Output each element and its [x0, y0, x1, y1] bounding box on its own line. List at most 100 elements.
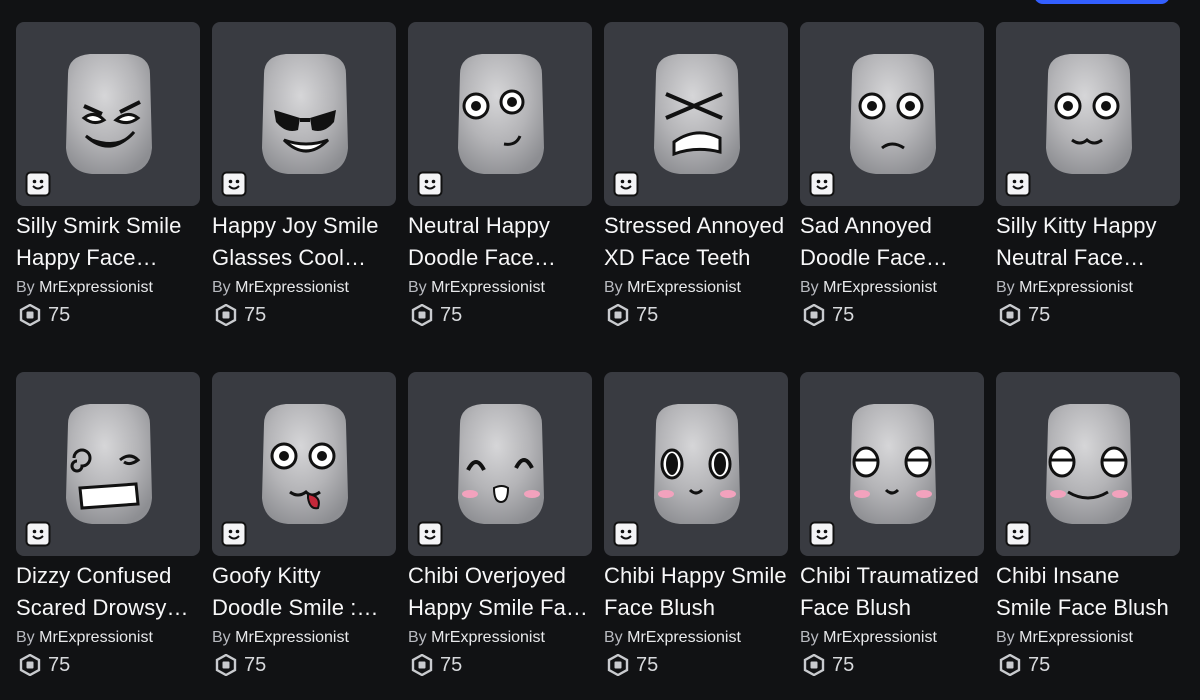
item-thumbnail[interactable]: [16, 22, 200, 206]
item-creator: By MrExpressionist: [996, 277, 1180, 299]
catalog-item-card[interactable]: Chibi Overjoyed Happy Smile Face Blush B…: [408, 372, 592, 700]
creator-prefix: By: [604, 629, 623, 646]
item-thumbnail[interactable]: [16, 372, 200, 556]
robux-icon: [803, 653, 825, 677]
item-name[interactable]: Happy Joy Smile Glasses Cool Face: [212, 210, 396, 274]
creator-link[interactable]: MrExpressionist: [235, 629, 349, 646]
price-value: 75: [1028, 654, 1051, 676]
item-price: 75: [604, 303, 788, 327]
price-value: 75: [48, 654, 71, 676]
robux-icon: [803, 303, 825, 327]
item-name[interactable]: Goofy Kitty Doodle Smile : Tongue Out: [212, 560, 396, 624]
item-creator: By MrExpressionist: [16, 277, 200, 299]
item-thumbnail[interactable]: [212, 372, 396, 556]
item-price: 75: [16, 303, 200, 327]
creator-link[interactable]: MrExpressionist: [235, 279, 349, 296]
item-creator: By MrExpressionist: [996, 627, 1180, 649]
item-price: 75: [408, 303, 592, 327]
price-value: 75: [636, 654, 659, 676]
item-thumbnail[interactable]: [996, 22, 1180, 206]
creator-link[interactable]: MrExpressionist: [1019, 279, 1133, 296]
catalog-item-card[interactable]: Goofy Kitty Doodle Smile : Tongue Out By…: [212, 372, 396, 700]
item-price: 75: [996, 303, 1180, 327]
catalog-item-card[interactable]: Chibi Traumatized Face Blush By MrExpres…: [800, 372, 984, 700]
catalog-item-card[interactable]: Stressed Annoyed XD Face Teeth By MrExpr…: [604, 22, 788, 350]
catalog-item-card[interactable]: Happy Joy Smile Glasses Cool Face By MrE…: [212, 22, 396, 350]
item-price: 75: [408, 653, 592, 677]
item-thumbnail[interactable]: [408, 372, 592, 556]
item-thumbnail[interactable]: [604, 22, 788, 206]
creator-prefix: By: [212, 629, 231, 646]
robux-icon: [215, 653, 237, 677]
catalog-item-card[interactable]: Silly Smirk Smile Happy Face Glasses Coo…: [16, 22, 200, 350]
creator-prefix: By: [996, 279, 1015, 296]
robux-icon: [411, 653, 433, 677]
catalog-grid: Silly Smirk Smile Happy Face Glasses Coo…: [16, 22, 1180, 700]
creator-prefix: By: [800, 629, 819, 646]
price-value: 75: [832, 304, 855, 326]
item-creator: By MrExpressionist: [800, 627, 984, 649]
dynamic-head-icon: [612, 520, 640, 548]
item-creator: By MrExpressionist: [212, 277, 396, 299]
dynamic-head-icon: [808, 520, 836, 548]
item-price: 75: [800, 653, 984, 677]
item-name[interactable]: Neutral Happy Doodle Face Smile: [408, 210, 592, 274]
item-price: 75: [212, 653, 396, 677]
item-thumbnail[interactable]: [800, 372, 984, 556]
item-name[interactable]: Chibi Overjoyed Happy Smile Face Blush: [408, 560, 592, 624]
item-name[interactable]: Chibi Traumatized Face Blush: [800, 560, 984, 624]
creator-link[interactable]: MrExpressionist: [39, 629, 153, 646]
item-thumbnail[interactable]: [604, 372, 788, 556]
item-price: 75: [800, 303, 984, 327]
catalog-item-card[interactable]: Neutral Happy Doodle Face Smile By MrExp…: [408, 22, 592, 350]
item-name[interactable]: Stressed Annoyed XD Face Teeth: [604, 210, 788, 274]
catalog-item-card[interactable]: Dizzy Confused Scared Drowsy Face By MrE…: [16, 372, 200, 700]
creator-link[interactable]: MrExpressionist: [627, 279, 741, 296]
creator-link[interactable]: MrExpressionist: [1019, 629, 1133, 646]
item-price: 75: [16, 653, 200, 677]
creator-prefix: By: [16, 629, 35, 646]
item-name[interactable]: Dizzy Confused Scared Drowsy Face: [16, 560, 200, 624]
price-value: 75: [636, 304, 659, 326]
creator-link[interactable]: MrExpressionist: [823, 629, 937, 646]
item-thumbnail[interactable]: [800, 22, 984, 206]
item-price: 75: [996, 653, 1180, 677]
item-name[interactable]: Chibi Insane Smile Face Blush: [996, 560, 1180, 624]
catalog-item-card[interactable]: Chibi Insane Smile Face Blush By MrExpre…: [996, 372, 1180, 700]
price-value: 75: [440, 654, 463, 676]
price-value: 75: [244, 654, 267, 676]
creator-link[interactable]: MrExpressionist: [627, 629, 741, 646]
dynamic-head-icon: [24, 170, 52, 198]
creator-prefix: By: [16, 279, 35, 296]
primary-action-button[interactable]: [1034, 0, 1170, 4]
item-name[interactable]: Silly Smirk Smile Happy Face Glasses Coo…: [16, 210, 200, 274]
robux-icon: [411, 303, 433, 327]
item-thumbnail[interactable]: [996, 372, 1180, 556]
creator-prefix: By: [408, 279, 427, 296]
creator-link[interactable]: MrExpressionist: [431, 279, 545, 296]
item-creator: By MrExpressionist: [212, 627, 396, 649]
robux-icon: [215, 303, 237, 327]
robux-icon: [19, 303, 41, 327]
price-value: 75: [440, 304, 463, 326]
creator-link[interactable]: MrExpressionist: [39, 279, 153, 296]
item-name[interactable]: Chibi Happy Smile Face Blush: [604, 560, 788, 624]
catalog-item-card[interactable]: Silly Kitty Happy Neutral Face Smile By …: [996, 22, 1180, 350]
item-name[interactable]: Sad Annoyed Doodle Face Frown: [800, 210, 984, 274]
creator-link[interactable]: MrExpressionist: [823, 279, 937, 296]
creator-prefix: By: [800, 279, 819, 296]
robux-icon: [607, 303, 629, 327]
price-value: 75: [832, 654, 855, 676]
creator-prefix: By: [996, 629, 1015, 646]
creator-link[interactable]: MrExpressionist: [431, 629, 545, 646]
item-thumbnail[interactable]: [212, 22, 396, 206]
item-name[interactable]: Silly Kitty Happy Neutral Face Smile: [996, 210, 1180, 274]
item-creator: By MrExpressionist: [408, 277, 592, 299]
item-thumbnail[interactable]: [408, 22, 592, 206]
creator-prefix: By: [604, 279, 623, 296]
catalog-item-card[interactable]: Sad Annoyed Doodle Face Frown By MrExpre…: [800, 22, 984, 350]
creator-prefix: By: [212, 279, 231, 296]
dynamic-head-icon: [416, 520, 444, 548]
dynamic-head-icon: [220, 170, 248, 198]
catalog-item-card[interactable]: Chibi Happy Smile Face Blush By MrExpres…: [604, 372, 788, 700]
